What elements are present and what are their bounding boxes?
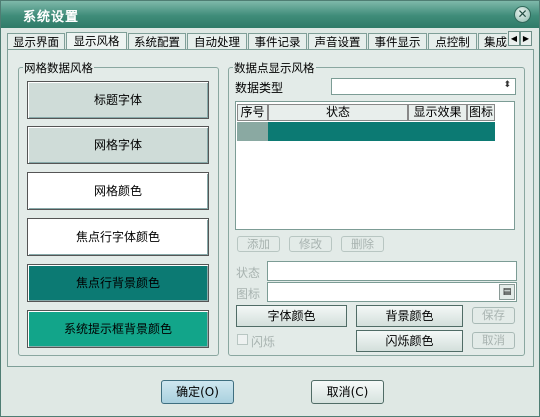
- col-header-index[interactable]: 序号: [237, 104, 268, 121]
- col-header-state[interactable]: 状态: [268, 104, 408, 121]
- state-field[interactable]: [267, 261, 517, 281]
- tab-display-style[interactable]: 显示风格: [66, 32, 127, 50]
- state-label: 状态: [236, 266, 261, 280]
- focus-row-font-color-button[interactable]: 焦点行字体颜色: [27, 218, 209, 256]
- bg-color-button[interactable]: 背景颜色: [356, 305, 463, 327]
- grid-style-title: 网格数据风格: [23, 60, 94, 76]
- focus-row-bg-color-button[interactable]: 焦点行背景颜色: [27, 264, 209, 302]
- tab-point-control[interactable]: 点控制: [428, 33, 477, 50]
- tab-system-config[interactable]: 系统配置: [128, 33, 186, 50]
- settings-window: 系统设置 ✕ 显示界面 显示风格 系统配置 自动处理 事件记录 声音设置 事件显…: [0, 0, 540, 417]
- tab-event-display[interactable]: 事件显示: [368, 33, 427, 50]
- tab-display-ui[interactable]: 显示界面: [7, 33, 65, 50]
- icon-label: 图标: [236, 287, 261, 301]
- col-header-effect[interactable]: 显示效果: [408, 104, 467, 121]
- title-bar[interactable]: 系统设置 ✕: [1, 1, 539, 28]
- system-tip-bg-color-button[interactable]: 系统提示框背景颜色: [27, 310, 209, 348]
- window-title: 系统设置: [23, 10, 80, 25]
- tab-integration[interactable]: 集成: [478, 33, 507, 50]
- title-font-button[interactable]: 标题字体: [27, 81, 209, 119]
- tab-event-log[interactable]: 事件记录: [248, 33, 307, 50]
- close-icon[interactable]: ✕: [514, 6, 531, 23]
- icon-field[interactable]: ▤: [267, 282, 517, 302]
- cancel-small-button[interactable]: 取消: [472, 332, 515, 349]
- tab-strip: 显示界面 显示风格 系统配置 自动处理 事件记录 声音设置 事件显示 点控制 集…: [7, 32, 507, 50]
- save-button[interactable]: 保存: [472, 307, 515, 324]
- modify-button[interactable]: 修改: [289, 236, 332, 252]
- tab-scroll-left-icon[interactable]: ◀: [508, 31, 520, 46]
- cancel-button[interactable]: 取消(C): [311, 380, 384, 404]
- tab-auto-process[interactable]: 自动处理: [187, 33, 247, 50]
- row-selector-cell[interactable]: [237, 122, 268, 141]
- blink-checkbox[interactable]: [237, 334, 248, 345]
- delete-button[interactable]: 删除: [341, 236, 384, 252]
- font-color-button[interactable]: 字体颜色: [236, 305, 347, 327]
- grid-font-button[interactable]: 网格字体: [27, 126, 209, 164]
- tab-scroll-right-icon[interactable]: ▶: [520, 31, 532, 46]
- selected-table-row[interactable]: [268, 122, 495, 141]
- point-style-table[interactable]: 序号 状态 显示效果 图标: [235, 101, 515, 230]
- point-style-title: 数据点显示风格: [233, 60, 316, 76]
- tab-sound-settings[interactable]: 声音设置: [308, 33, 367, 50]
- chevron-updown-icon: ⬍: [503, 80, 511, 90]
- blink-color-button[interactable]: 闪烁颜色: [356, 330, 463, 352]
- col-header-icon[interactable]: 图标: [467, 104, 495, 121]
- browse-folder-icon[interactable]: ▤: [499, 284, 515, 300]
- data-type-select[interactable]: ⬍: [331, 78, 516, 95]
- data-type-label: 数据类型: [235, 81, 284, 95]
- ok-button[interactable]: 确定(O): [161, 380, 234, 404]
- blink-label: 闪烁: [251, 335, 276, 349]
- grid-color-button[interactable]: 网格颜色: [27, 172, 209, 210]
- add-button[interactable]: 添加: [237, 236, 280, 252]
